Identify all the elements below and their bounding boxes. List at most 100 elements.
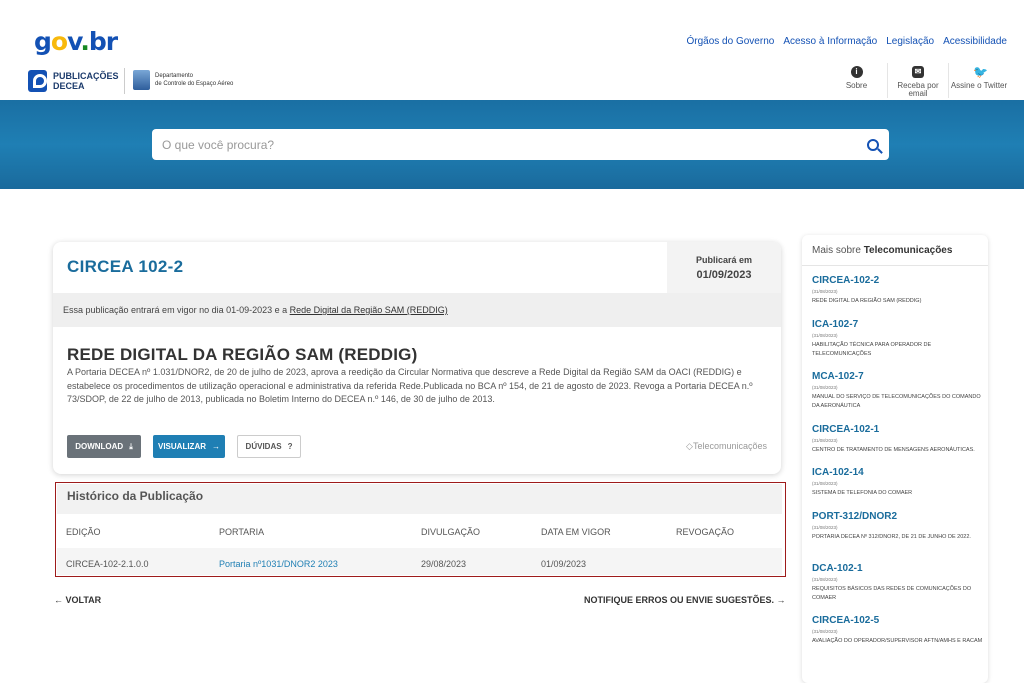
logo-letter: o bbox=[50, 27, 68, 56]
related-sidebar: Mais sobre Telecomunicações CIRCEA-102-2… bbox=[802, 235, 988, 683]
publish-date-box: Publicará em 01/09/2023 bbox=[667, 242, 781, 293]
download-icon: ⤓ bbox=[129, 441, 133, 451]
voltar-link[interactable]: ← VOLTAR bbox=[54, 595, 101, 605]
related-date: (31/08/2023) bbox=[812, 577, 838, 582]
top-links: Órgãos do Governo Acesso à Informação Le… bbox=[686, 36, 1007, 47]
publish-date: 01/09/2023 bbox=[696, 269, 752, 281]
twitter-icon: 🐦 bbox=[973, 65, 988, 79]
email-icon: ✉ bbox=[912, 66, 924, 78]
logo-letter: r bbox=[105, 27, 118, 56]
sidebar-title-topic: Telecomunicações bbox=[863, 245, 953, 256]
search-placeholder: O que você procura? bbox=[162, 137, 275, 152]
arrow-right-icon: → bbox=[776, 595, 786, 605]
cell-divulgacao: 29/08/2023 bbox=[421, 559, 467, 569]
cell-portaria-link[interactable]: Portaria nº1031/DNOR2 2023 bbox=[219, 559, 338, 569]
related-name[interactable]: CIRCEA-102-1 bbox=[812, 424, 988, 435]
logo-line: PUBLICAÇÕES bbox=[53, 71, 119, 81]
logo-line: DECEA bbox=[53, 81, 85, 91]
voltar-label: VOLTAR bbox=[65, 595, 102, 605]
related-date: (31/08/2023) bbox=[812, 629, 838, 634]
related-date: (31/08/2023) bbox=[812, 525, 838, 530]
list-item[interactable]: CIRCEA-102-2 (31/08/2023) REDE DIGITAL DA … bbox=[812, 275, 988, 306]
govbr-logo[interactable]: gov.br bbox=[34, 27, 118, 56]
link-acessibilidade[interactable]: Acessibilidade bbox=[943, 36, 1007, 47]
tool-twitter[interactable]: 🐦 Assine o Twitter bbox=[948, 63, 1009, 98]
related-date: (31/08/2023) bbox=[812, 333, 838, 338]
question-icon: ? bbox=[287, 442, 293, 451]
notify-link[interactable]: NOTIFIQUE ERROS OU ENVIE SUGESTÕES. → bbox=[584, 595, 786, 605]
link-legislacao[interactable]: Legislação bbox=[886, 36, 934, 47]
visualizar-button[interactable]: VISUALIZAR → bbox=[153, 435, 225, 458]
publication-description: A Portaria DECEA nº 1.031/DNOR2, de 20 d… bbox=[67, 367, 753, 404]
duvidas-button[interactable]: DÚVIDAS? bbox=[237, 435, 301, 458]
visualizar-label: VISUALIZAR bbox=[158, 442, 206, 451]
departamento-logo[interactable]: Departamento de Controle do Espaço Aéreo bbox=[133, 70, 233, 90]
info-icon: i bbox=[850, 66, 863, 78]
sidebar-title-prefix: Mais sobre bbox=[812, 245, 861, 256]
logo-letter: g bbox=[34, 27, 52, 56]
related-desc: AVALIAÇÃO DO OPERADOR/SUPERVISOR AFTN/AM… bbox=[812, 638, 983, 644]
related-desc: SISTEMA DE TELEFONIA DO COMAER bbox=[812, 490, 913, 496]
vigor-notice: Essa publicação entrará em vigor no dia … bbox=[53, 293, 781, 327]
publication-code: CIRCEA 102-2 bbox=[67, 257, 184, 276]
decea-mark-icon bbox=[28, 70, 47, 92]
related-date: (31/08/2023) bbox=[812, 438, 838, 443]
logo-line: Departamento bbox=[155, 73, 194, 79]
category-tag[interactable]: ◇Telecomunicações bbox=[686, 441, 767, 452]
related-name[interactable]: ICA-102-14 bbox=[812, 467, 988, 478]
related-desc: REDE DIGITAL DA REGIÃO SAM (REDDIG) bbox=[812, 298, 922, 304]
related-desc: MANUAL DO SERVIÇO DE TELECOMUNICAÇÕES DO… bbox=[812, 394, 981, 409]
sidebar-title: Mais sobre Telecomunicações bbox=[812, 245, 952, 256]
logo-divider bbox=[124, 68, 125, 94]
link-acesso-informacao[interactable]: Acesso à Informação bbox=[783, 36, 877, 47]
download-label: DOWNLOAD bbox=[75, 442, 124, 451]
tool-sobre[interactable]: i Sobre bbox=[826, 63, 887, 98]
tool-label: Assine o Twitter bbox=[950, 81, 1008, 90]
search-icon[interactable] bbox=[867, 138, 879, 151]
related-desc: CENTRO DE TRATAMENTO DE MENSAGENS AERONÁ… bbox=[812, 447, 975, 453]
logo-letter: . bbox=[80, 27, 89, 56]
search-input[interactable]: O que você procura? bbox=[152, 129, 889, 160]
related-date: (31/08/2023) bbox=[812, 385, 838, 390]
related-name[interactable]: DCA-102-1 bbox=[812, 563, 988, 574]
related-name[interactable]: MCA-102-7 bbox=[812, 371, 988, 382]
list-item[interactable]: MCA-102-7 (31/08/2023) MANUAL DO SERVIÇO D… bbox=[812, 371, 988, 411]
history-panel: Histórico da Publicação EDIÇÃO PORTARIA … bbox=[55, 482, 786, 577]
related-desc: PORTARIA DECEA nº 312/DNOR2, DE 21 DE JU… bbox=[812, 534, 971, 540]
history-title: Histórico da Publicação bbox=[57, 484, 782, 514]
list-item[interactable]: ICA-102-7 (31/08/2023) HABILITAÇÃO TÉCNICA… bbox=[812, 319, 988, 359]
arrow-right-icon: → bbox=[212, 442, 220, 451]
sidebar-divider bbox=[802, 265, 988, 266]
tag-label: Telecomunicações bbox=[692, 441, 767, 451]
arrow-left-icon: ← bbox=[54, 595, 63, 605]
list-item[interactable]: PORT-312/DNOR2 (31/08/2023) PORTARIA DECEA… bbox=[812, 511, 988, 542]
col-revogacao: REVOGAÇÃO bbox=[676, 527, 735, 537]
publication-card: CIRCEA 102-2 Publicará em 01/09/2023 Ess… bbox=[53, 242, 781, 474]
col-edicao: EDIÇÃO bbox=[66, 527, 101, 537]
publicacoes-decea-logo[interactable]: PUBLICAÇÕES DECEA bbox=[28, 70, 119, 92]
list-item[interactable]: CIRCEA-102-1 (31/08/2023) CENTRO DE TRATAM… bbox=[812, 424, 988, 455]
related-name[interactable]: PORT-312/DNOR2 bbox=[812, 511, 988, 522]
list-item[interactable]: DCA-102-1 (31/08/2023) REQUISITOS BÁSICOS … bbox=[812, 563, 988, 603]
download-button[interactable]: DOWNLOAD ⤓ bbox=[67, 435, 141, 458]
publication-title: REDE DIGITAL DA REGIÃO SAM (REDDIG) bbox=[67, 345, 418, 364]
tool-label: Sobre bbox=[845, 81, 868, 90]
cell-edicao: CIRCEA-102-2.1.0.0 bbox=[66, 559, 149, 569]
logo-letter: b bbox=[88, 27, 107, 56]
list-item[interactable]: CIRCEA-102-5 (31/08/2023) AVALIAÇÃO DO OPE… bbox=[812, 615, 988, 646]
tool-email[interactable]: ✉ Receba por email bbox=[887, 63, 948, 98]
tool-label: Receba por email bbox=[897, 81, 939, 98]
related-date: (31/08/2023) bbox=[812, 289, 838, 294]
logo-letter: v bbox=[67, 27, 81, 56]
logo-line: de Controle do Espaço Aéreo bbox=[155, 81, 234, 87]
notify-label: NOTIFIQUE ERROS OU ENVIE SUGESTÕES. bbox=[584, 595, 775, 605]
list-item[interactable]: ICA-102-14 (31/08/2023) SISTEMA DE TELEFON… bbox=[812, 467, 988, 498]
notice-link[interactable]: Rede Digital da Região SAM (REDDIG) bbox=[290, 305, 448, 315]
related-name[interactable]: CIRCEA-102-5 bbox=[812, 615, 988, 626]
header-tools: i Sobre ✉ Receba por email 🐦 Assine o Twitt… bbox=[826, 63, 1009, 98]
link-orgaos[interactable]: Órgãos do Governo bbox=[686, 36, 774, 47]
duvidas-label: DÚVIDAS bbox=[245, 442, 282, 451]
related-name[interactable]: ICA-102-7 bbox=[812, 319, 988, 330]
related-name[interactable]: CIRCEA-102-2 bbox=[812, 275, 988, 286]
related-desc: REQUISITOS BÁSICOS DAS REDES DE COMUNICA… bbox=[812, 586, 972, 601]
